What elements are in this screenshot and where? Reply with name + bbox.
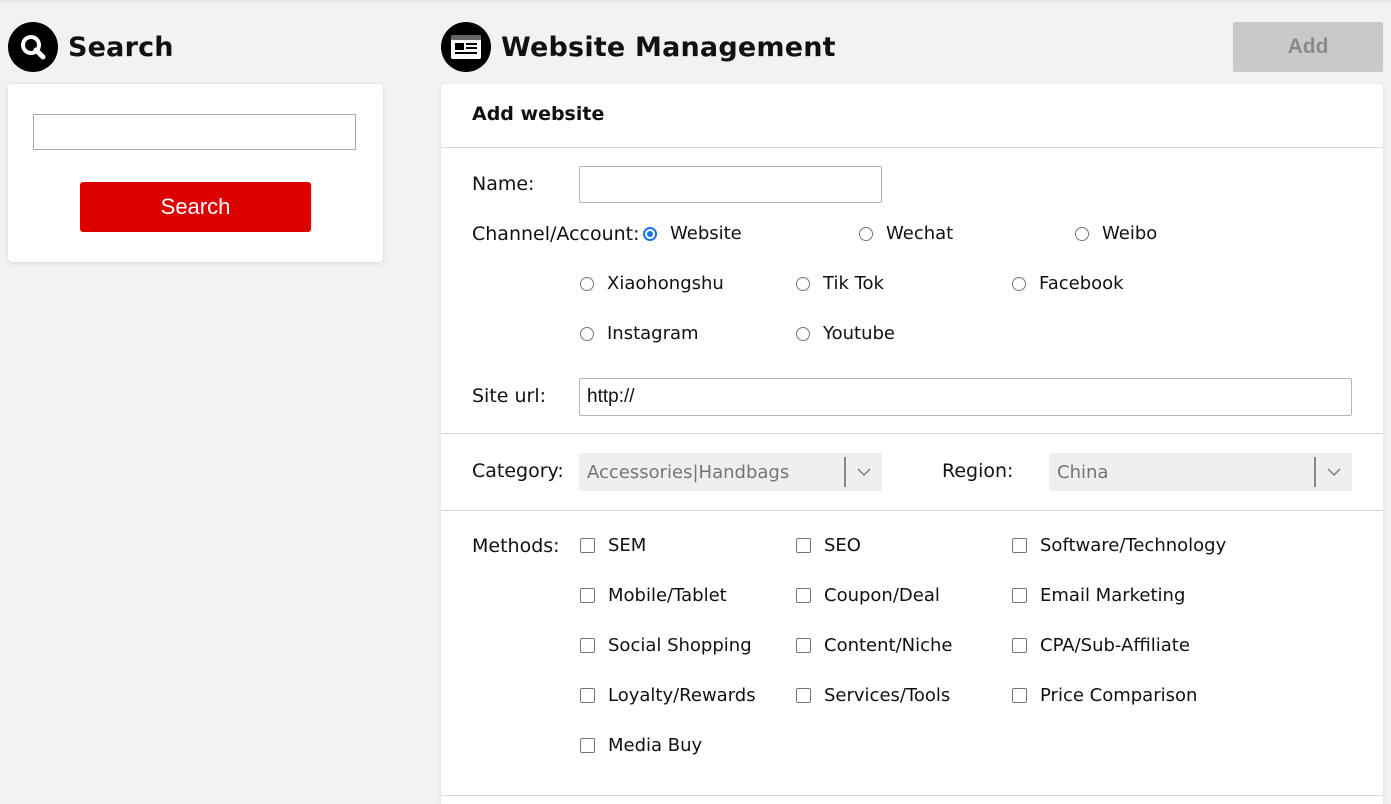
method-option-media-buy[interactable]: Media Buy bbox=[580, 735, 702, 756]
method-option-price-comparison[interactable]: Price Comparison bbox=[1012, 685, 1197, 706]
chevron-down-icon[interactable] bbox=[1316, 467, 1352, 477]
methods-label: Methods: bbox=[472, 535, 560, 557]
divider bbox=[441, 147, 1383, 148]
search-title: Search bbox=[68, 31, 174, 63]
method-option-cpa-sub-affiliate[interactable]: CPA/Sub-Affiliate bbox=[1012, 635, 1190, 656]
channel-option-weibo[interactable]: Weibo bbox=[1075, 223, 1157, 244]
radio-button[interactable] bbox=[796, 326, 810, 341]
checkbox[interactable] bbox=[580, 638, 595, 653]
checkbox[interactable] bbox=[1012, 588, 1027, 603]
method-option-coupon-deal[interactable]: Coupon/Deal bbox=[796, 585, 940, 606]
radio-button[interactable] bbox=[1075, 226, 1089, 241]
checkbox[interactable] bbox=[580, 688, 595, 703]
name-label: Name: bbox=[472, 173, 535, 195]
checkbox[interactable] bbox=[1012, 538, 1027, 553]
chevron-down-icon[interactable] bbox=[846, 467, 882, 477]
region-label: Region: bbox=[942, 460, 1014, 482]
management-title: Website Management bbox=[501, 31, 836, 63]
method-option-seo[interactable]: SEO bbox=[796, 535, 861, 556]
search-input[interactable] bbox=[33, 114, 356, 150]
channel-option-instagram[interactable]: Instagram bbox=[580, 323, 699, 344]
checkbox[interactable] bbox=[1012, 688, 1027, 703]
divider bbox=[441, 795, 1383, 796]
checkbox[interactable] bbox=[580, 588, 595, 603]
channel-option-facebook[interactable]: Facebook bbox=[1012, 273, 1124, 294]
form-title: Add website bbox=[472, 103, 605, 125]
channel-label: Channel/Account: bbox=[472, 223, 640, 245]
management-heading: Website Management bbox=[441, 22, 836, 72]
add-website-form: Add website Name: Channel/Account: Websi… bbox=[441, 84, 1383, 804]
channel-option-wechat[interactable]: Wechat bbox=[859, 223, 953, 244]
add-button[interactable]: Add bbox=[1233, 22, 1383, 72]
radio-button[interactable] bbox=[580, 276, 594, 291]
channel-option-youtube[interactable]: Youtube bbox=[796, 323, 895, 344]
checkbox[interactable] bbox=[1012, 638, 1027, 653]
region-value: China bbox=[1057, 461, 1109, 483]
radio-button[interactable] bbox=[796, 276, 810, 291]
radio-button[interactable] bbox=[859, 226, 873, 241]
search-icon bbox=[8, 22, 58, 72]
channel-option-tiktok[interactable]: Tik Tok bbox=[796, 273, 884, 294]
search-heading: Search bbox=[8, 22, 174, 72]
search-card: Search bbox=[8, 84, 383, 262]
channel-option-xiaohongshu[interactable]: Xiaohongshu bbox=[580, 273, 724, 294]
method-option-sem[interactable]: SEM bbox=[580, 535, 646, 556]
region-select[interactable]: China bbox=[1049, 453, 1352, 491]
radio-button[interactable] bbox=[1012, 276, 1026, 291]
site-url-label: Site url: bbox=[472, 385, 547, 407]
checkbox[interactable] bbox=[796, 688, 811, 703]
category-label: Category: bbox=[472, 460, 564, 482]
checkbox[interactable] bbox=[796, 588, 811, 603]
website-icon bbox=[441, 22, 491, 72]
search-button[interactable]: Search bbox=[80, 182, 311, 232]
method-option-software-technology[interactable]: Software/Technology bbox=[1012, 535, 1226, 556]
category-value: Accessories|Handbags bbox=[587, 461, 790, 483]
checkbox[interactable] bbox=[580, 538, 595, 553]
method-option-services-tools[interactable]: Services/Tools bbox=[796, 685, 950, 706]
top-border bbox=[0, 0, 1391, 3]
radio-button-selected[interactable] bbox=[643, 226, 657, 241]
checkbox[interactable] bbox=[796, 638, 811, 653]
method-option-mobile-tablet[interactable]: Mobile/Tablet bbox=[580, 585, 727, 606]
channel-option-website[interactable]: Website bbox=[643, 223, 742, 244]
method-option-social-shopping[interactable]: Social Shopping bbox=[580, 635, 752, 656]
method-option-email-marketing[interactable]: Email Marketing bbox=[1012, 585, 1185, 606]
method-option-loyalty-rewards[interactable]: Loyalty/Rewards bbox=[580, 685, 756, 706]
checkbox[interactable] bbox=[580, 738, 595, 753]
divider bbox=[441, 510, 1383, 511]
site-url-input[interactable] bbox=[579, 378, 1352, 416]
radio-button[interactable] bbox=[580, 326, 594, 341]
name-input[interactable] bbox=[579, 166, 882, 203]
divider bbox=[441, 433, 1383, 434]
category-select[interactable]: Accessories|Handbags bbox=[579, 453, 882, 491]
checkbox[interactable] bbox=[796, 538, 811, 553]
method-option-content-niche[interactable]: Content/Niche bbox=[796, 635, 953, 656]
